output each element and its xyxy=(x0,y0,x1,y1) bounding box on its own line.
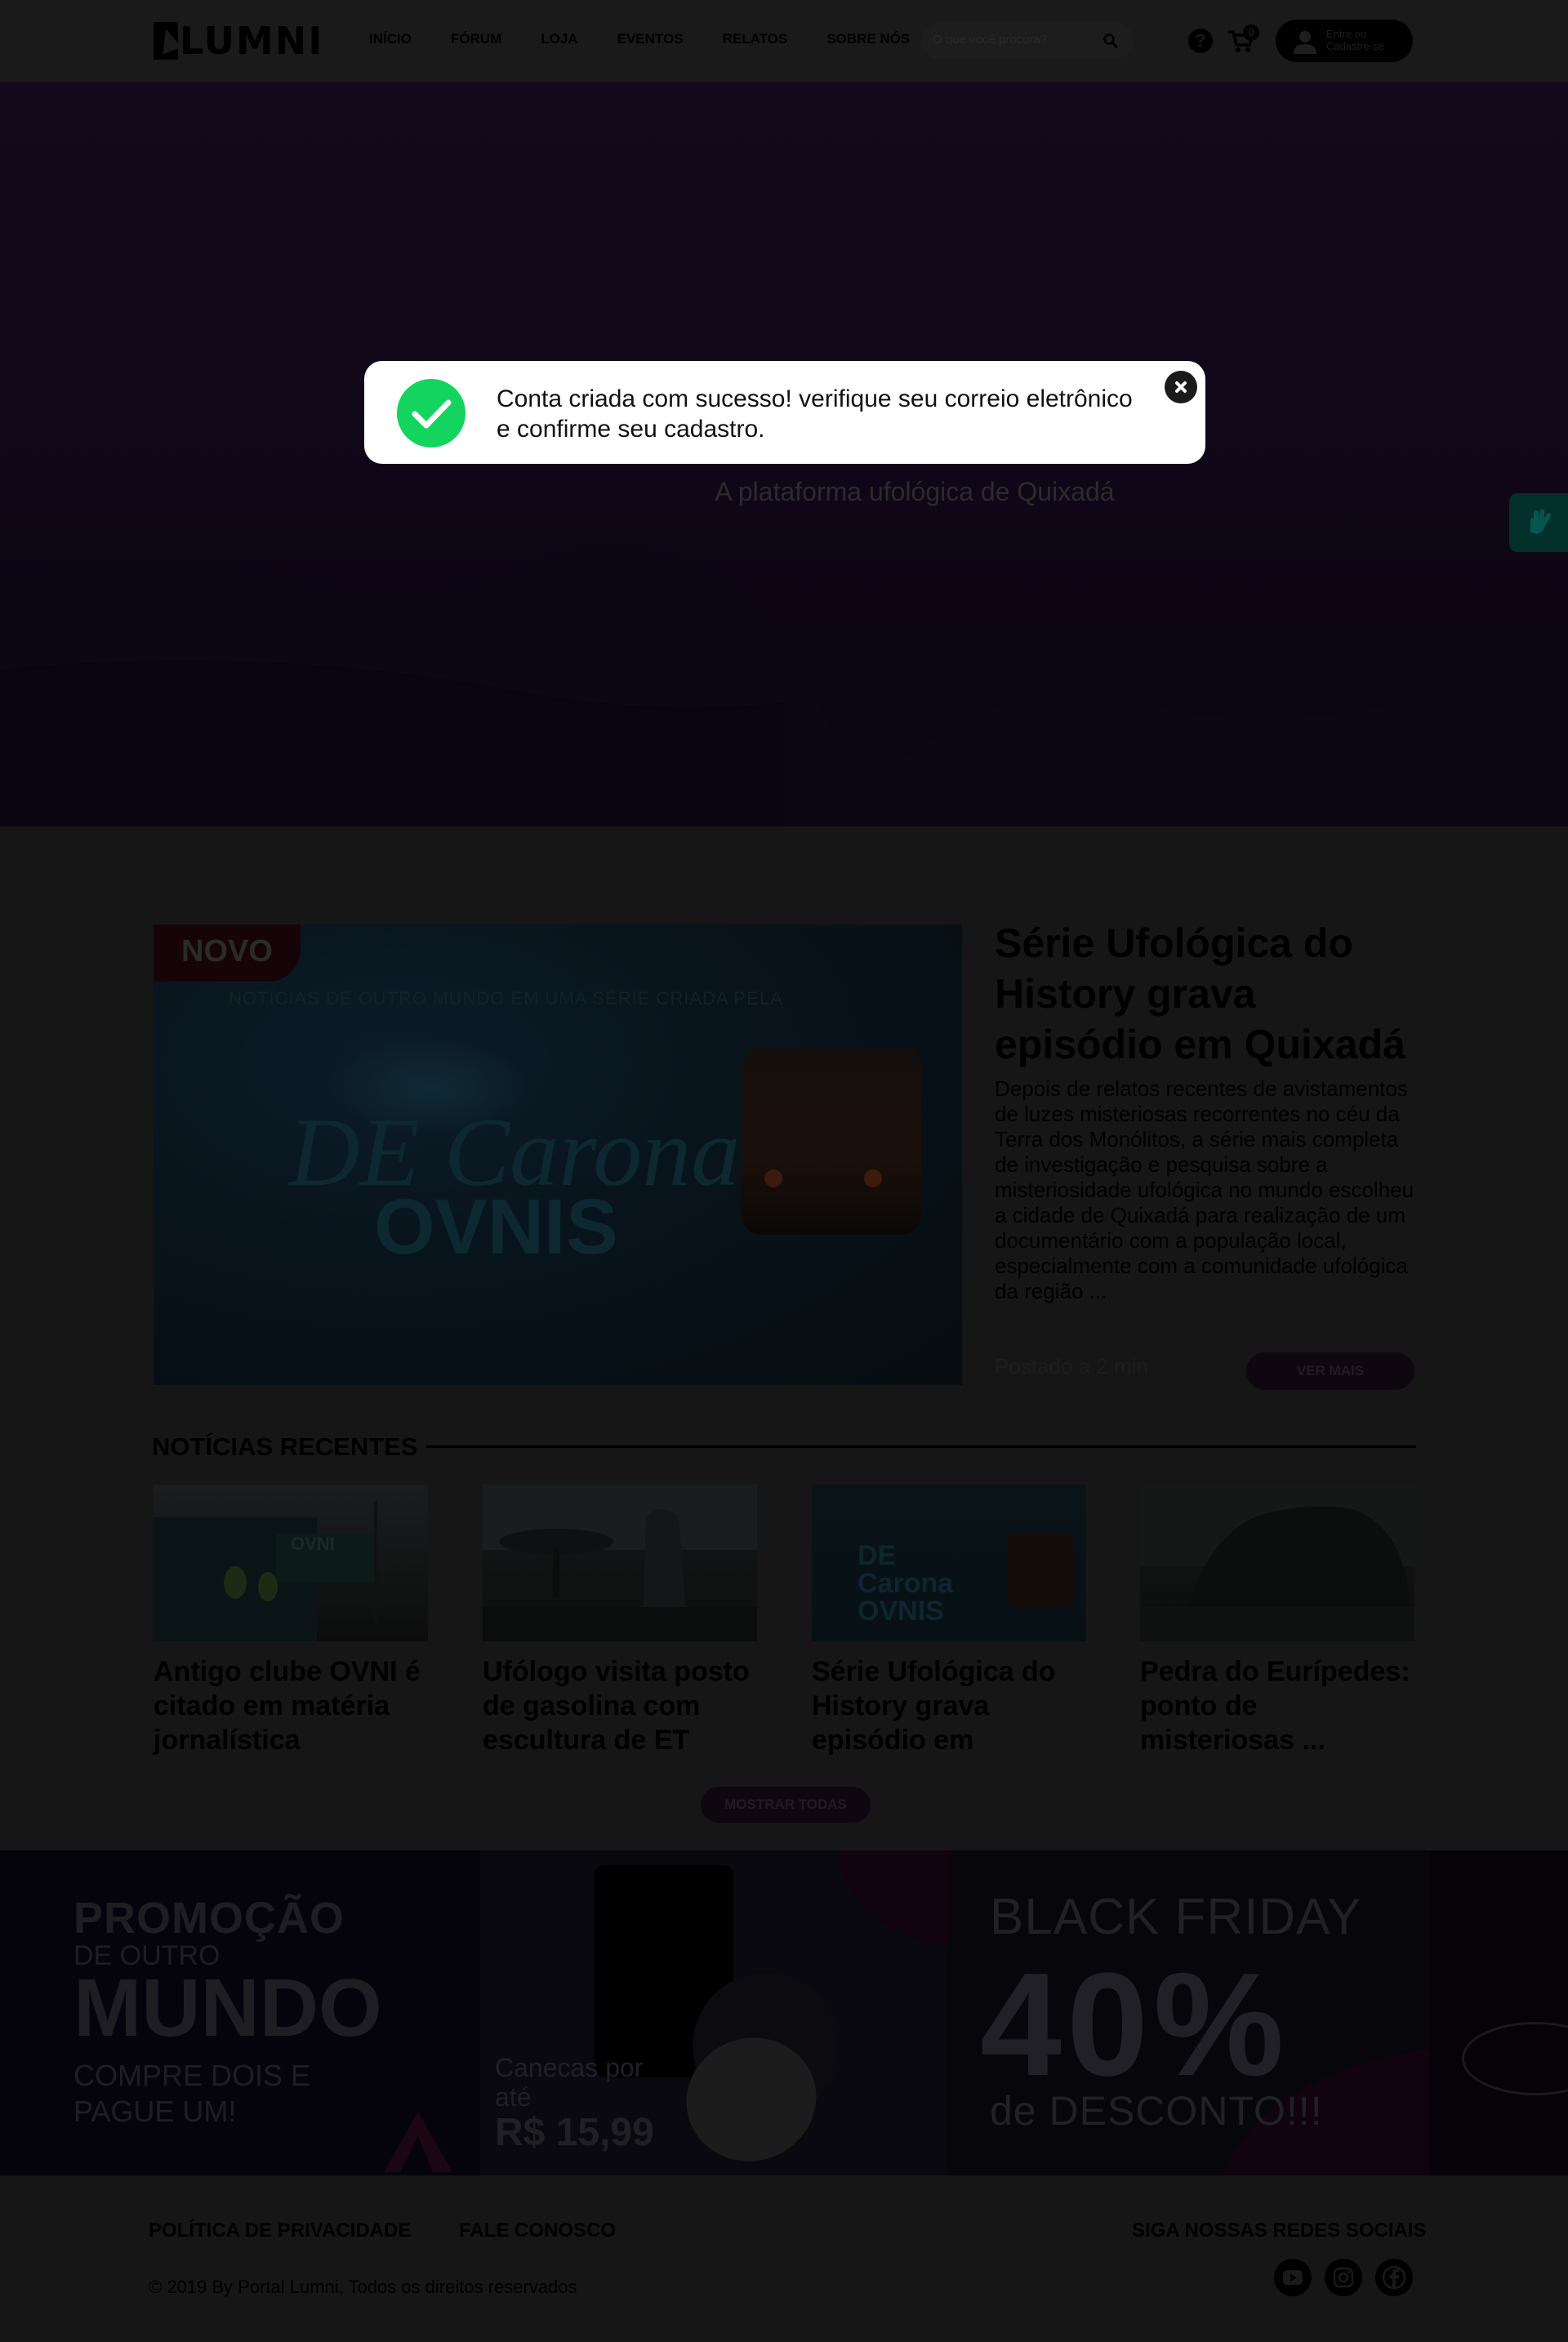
lumni-mark-icon xyxy=(384,2112,452,2172)
promo-banner[interactable]: PROMOÇÃO DE OUTRO MUNDO COMPRE DOIS E PA… xyxy=(0,1850,1568,2175)
youtube-icon[interactable] xyxy=(1274,2259,1312,2296)
cart-count-badge: 0 xyxy=(1243,24,1259,41)
nav-forum[interactable]: FÓRUM xyxy=(451,31,501,47)
login-button[interactable]: Entre ou Cadastre-se xyxy=(1276,20,1413,62)
help-icon[interactable]: ? xyxy=(1188,29,1213,53)
promo-title: PROMOÇÃO xyxy=(74,1894,345,1943)
news-card-title[interactable]: Pedra do Eurípedes: ponto de misteriosas… xyxy=(1140,1654,1418,1757)
lumni-logo-mark xyxy=(154,22,178,60)
check-icon xyxy=(397,379,466,447)
ufo-light-ring xyxy=(1462,2022,1568,2095)
promo-panel-black-friday: BLACK FRIDAY 40% de DESCONTO!!! xyxy=(947,1850,1478,2175)
social-heading: SIGA NOSSAS REDES SOCIAIS xyxy=(1132,2220,1427,2242)
facebook-icon[interactable] xyxy=(1375,2259,1413,2296)
success-toast: Conta criada com sucesso! verifique seu … xyxy=(364,361,1205,464)
featured-excerpt: Depois de relatos recentes de avistament… xyxy=(995,1076,1414,1303)
user-icon xyxy=(1294,31,1316,54)
new-tag-label: NOVO xyxy=(181,934,273,968)
card-image-car xyxy=(1008,1534,1073,1607)
featured-image-caption: NOTÍCIAS DE OUTRO MUNDO EM UMA SÉRIE CRI… xyxy=(229,988,783,1008)
discount-percent: 40% xyxy=(980,1943,1290,2107)
nav-loja[interactable]: LOJA xyxy=(541,31,577,47)
login-label: Entre ou Cadastre-se xyxy=(1326,28,1384,52)
club-sign-text: OVNI xyxy=(291,1534,335,1554)
lumni-logo[interactable]: LUMNI xyxy=(154,21,323,60)
nav-inicio[interactable]: INÍCIO xyxy=(369,31,412,47)
club-building-image xyxy=(154,1501,377,1641)
news-card-title[interactable]: Ufólogo visita posto de gasolina com esc… xyxy=(483,1654,760,1757)
nav-relatos[interactable]: RELATOS xyxy=(723,31,788,47)
close-icon[interactable] xyxy=(1165,371,1197,403)
news-card-image[interactable] xyxy=(1140,1485,1414,1641)
news-card-title[interactable]: Série Ufológica do History grava episódi… xyxy=(812,1654,1089,1757)
search-icon[interactable] xyxy=(1102,33,1119,49)
nav-sobre-nos[interactable]: SOBRE NÓS xyxy=(826,31,910,47)
recent-news-heading: NOTÍCIAS RECENTES xyxy=(152,1432,418,1461)
car-headlight xyxy=(764,1169,782,1187)
nav-eventos[interactable]: EVENTOS xyxy=(617,31,684,47)
mostrar-todas-button[interactable]: MOSTRAR TODAS xyxy=(701,1787,871,1823)
promo-panel-edge xyxy=(1429,1850,1568,2175)
promo-price: R$ 15,99 xyxy=(495,2111,654,2154)
search-placeholder: O que você procura? xyxy=(933,33,1048,47)
promo-panel-outro-mundo: PROMOÇÃO DE OUTRO MUNDO COMPRE DOIS E PA… xyxy=(0,1850,480,2175)
car-headlight xyxy=(864,1169,882,1187)
black-friday-title: BLACK FRIDAY xyxy=(990,1889,1362,1945)
site-footer: POLÍTICA DE PRIVACIDADE FALE CONOSCO © 2… xyxy=(0,2175,1568,2342)
new-tag-badge: NOVO xyxy=(154,924,301,982)
discount-label: de DESCONTO!!! xyxy=(990,2088,1323,2134)
promo-canecas-label: Canecas por até xyxy=(495,2053,644,2112)
news-card-image[interactable]: OVNI xyxy=(154,1485,428,1641)
featured-image[interactable]: NOTÍCIAS DE OUTRO MUNDO EM UMA SÉRIE CRI… xyxy=(154,924,962,1385)
contact-link[interactable]: FALE CONOSCO xyxy=(459,2220,616,2242)
featured-posted-time: Postado a 2 min xyxy=(995,1354,1148,1378)
vlibras-hand-icon xyxy=(1530,509,1551,534)
featured-title[interactable]: Série Ufológica do History grava episódi… xyxy=(995,918,1419,1070)
hero-subtitle: A plataforma ufológica de Quixadá xyxy=(715,477,1115,506)
promo-offer: COMPRE DOIS E PAGUE UM! xyxy=(74,2059,311,2128)
pedra-euripedes-image xyxy=(1140,1485,1414,1641)
ufo-statue-image xyxy=(483,1485,757,1641)
featured-image-logo-bottom: OVNIS xyxy=(374,1183,618,1271)
privacy-policy-link[interactable]: POLÍTICA DE PRIVACIDADE xyxy=(149,2220,411,2242)
news-card-title[interactable]: Antigo clube OVNI é citado em matéria jo… xyxy=(154,1654,431,1757)
section-divider xyxy=(426,1445,1416,1448)
promo-headline: MUNDO xyxy=(74,1962,382,2054)
ver-mais-button[interactable]: VER MAIS xyxy=(1246,1352,1414,1390)
promo-panel-canecas: Canecas por até R$ 15,99 xyxy=(480,1850,970,2175)
vlibras-widget[interactable] xyxy=(1509,493,1568,552)
main-nav: INÍCIO FÓRUM LOJA EVENTOS RELATOS SOBRE … xyxy=(369,31,949,47)
logo-text: LUMNI xyxy=(180,19,324,63)
instagram-icon[interactable] xyxy=(1325,2259,1362,2296)
site-header: LUMNI INÍCIO FÓRUM LOJA EVENTOS RELATOS … xyxy=(0,0,1568,82)
featured-image-car xyxy=(742,1047,921,1235)
toast-message: Conta criada com sucesso! verifique seu … xyxy=(497,385,1133,443)
copyright: © 2019 By Portal Lumni, Todos os direito… xyxy=(149,2277,577,2297)
card-image-logo: DE Carona OVNIS xyxy=(858,1540,954,1627)
search-input[interactable]: O que você procura? xyxy=(921,23,1134,59)
news-card-image[interactable] xyxy=(483,1485,757,1641)
news-card-image[interactable]: DE Carona OVNIS xyxy=(812,1485,1086,1641)
